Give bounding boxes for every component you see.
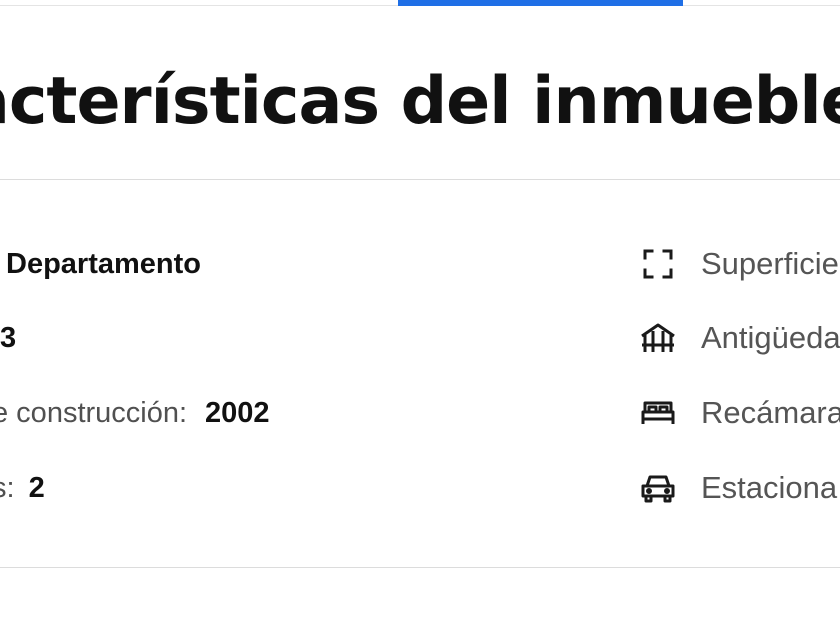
feature-label: Superficie bbox=[701, 246, 839, 281]
feature-age: Antigüeda bbox=[640, 318, 840, 358]
feature-bedrooms: Recámara bbox=[640, 393, 840, 433]
divider bbox=[0, 179, 840, 180]
feature-label: Antigüeda bbox=[701, 320, 840, 355]
feature-label: s: bbox=[0, 471, 15, 504]
feature-bathrooms: s: 2 bbox=[0, 468, 45, 508]
active-tab-indicator[interactable] bbox=[398, 0, 683, 6]
feature-value: 2 bbox=[28, 471, 45, 504]
section-title: acterísticas del inmueble bbox=[0, 64, 840, 139]
feature-label: Estaciona bbox=[701, 470, 838, 505]
feature-label: Recámara bbox=[701, 395, 840, 430]
feature-value: 2002 bbox=[205, 396, 270, 429]
area-frame-icon bbox=[640, 246, 676, 282]
feature-value: 3 bbox=[0, 321, 17, 354]
divider bbox=[0, 567, 840, 568]
feature-parking: Estaciona bbox=[640, 468, 837, 508]
feature-property-type: Departamento bbox=[0, 244, 201, 284]
car-icon bbox=[640, 470, 676, 506]
feature-surface: Superficie bbox=[640, 244, 839, 284]
building-age-icon bbox=[640, 320, 676, 356]
feature-construction-year: e construcción: 2002 bbox=[0, 393, 270, 433]
feature-value: Departamento bbox=[6, 247, 201, 280]
bed-icon bbox=[640, 395, 676, 431]
feature-count: 3 bbox=[0, 318, 16, 358]
feature-label: e construcción: bbox=[0, 396, 188, 429]
property-details-page: acterísticas del inmueble Departamento 3… bbox=[0, 0, 840, 630]
